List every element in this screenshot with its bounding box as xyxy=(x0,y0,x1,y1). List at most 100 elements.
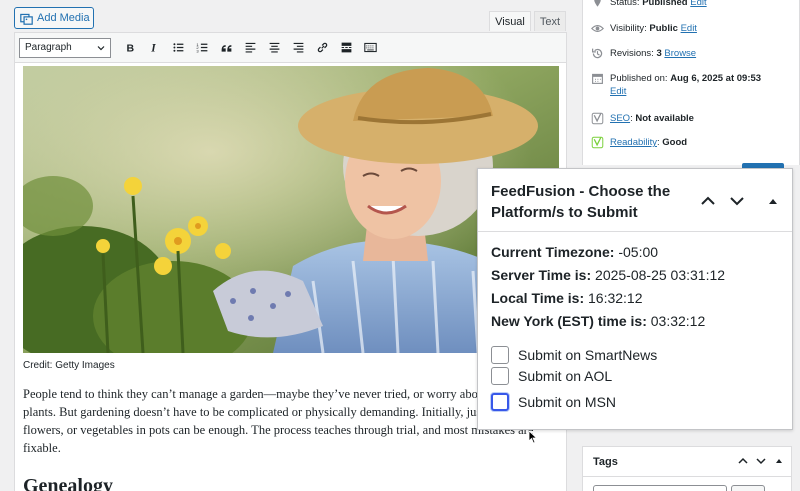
timezone-label: Current Timezone: xyxy=(491,244,615,260)
msn-label: Submit on MSN xyxy=(518,394,617,410)
italic-icon: I xyxy=(150,43,156,54)
image-caption: Credit: Getty Images xyxy=(23,360,115,371)
revisions-row: Revisions: 3 Browse xyxy=(591,47,696,60)
revisions-browse-link[interactable]: Browse xyxy=(664,48,696,59)
feedfusion-title: FeedFusion - Choose the Platform/s to Su… xyxy=(491,183,671,221)
tags-add-button[interactable] xyxy=(731,485,765,491)
add-media-label: Add Media xyxy=(37,12,90,24)
svg-text:B: B xyxy=(126,43,134,54)
server-time-line: Server Time is: 2025-08-25 03:31:12 xyxy=(491,264,779,287)
seo-link[interactable]: SEO xyxy=(610,113,630,124)
editor-toolbar: Paragraph B I 123 xyxy=(15,33,566,63)
published-label: Published on: xyxy=(610,73,668,84)
ny-time-line: New York (EST) time is: 03:32:12 xyxy=(491,310,779,333)
revisions-label: Revisions: xyxy=(610,48,654,59)
chevron-down-icon xyxy=(730,197,744,206)
eye-icon xyxy=(591,25,604,32)
revisions-value: 3 xyxy=(656,48,662,59)
post-editor-screen: Add Media Visual Text Paragraph B I 123 xyxy=(0,0,800,491)
format-select-value: Paragraph xyxy=(25,42,72,53)
aol-label: Submit on AOL xyxy=(518,368,613,384)
publish-box: Status: Published Edit Visibility: Publi… xyxy=(582,0,800,165)
smartnews-checkbox[interactable] xyxy=(491,346,509,364)
collapse-triangle-icon xyxy=(769,199,777,204)
status-row: Status: Published Edit xyxy=(591,0,707,9)
timezone-value: -05:00 xyxy=(618,244,659,260)
add-media-button[interactable]: Add Media xyxy=(14,7,94,29)
align-left-button[interactable] xyxy=(239,37,261,59)
move-up-button[interactable] xyxy=(698,191,718,211)
format-select[interactable]: Paragraph xyxy=(19,37,111,58)
published-value: Aug 6, 2025 at 09:53 xyxy=(670,73,762,84)
yoast-readability-icon xyxy=(591,136,604,149)
insert-link-button[interactable] xyxy=(311,37,333,59)
quote-icon xyxy=(221,45,231,52)
link-icon xyxy=(317,42,327,53)
timezone-line: Current Timezone: -05:00 xyxy=(491,241,779,264)
read-more-button[interactable] xyxy=(335,37,357,59)
visibility-label: Visibility: xyxy=(610,23,647,34)
align-right-icon xyxy=(293,42,303,53)
readability-value: Good xyxy=(662,137,688,148)
align-right-button[interactable] xyxy=(287,37,309,59)
numbered-list-icon: 123 xyxy=(196,42,207,53)
bullet-list-button[interactable] xyxy=(167,37,189,59)
svg-text:3: 3 xyxy=(196,48,199,53)
visibility-edit-link[interactable]: Edit xyxy=(681,23,697,34)
pin-icon xyxy=(594,0,601,7)
status-value: Published xyxy=(642,0,688,8)
keyboard-icon xyxy=(363,42,377,53)
toolbar-toggle-button[interactable] xyxy=(359,37,381,59)
readability-link[interactable]: Readability xyxy=(610,137,657,148)
align-left-icon xyxy=(245,42,255,53)
section-heading[interactable]: Genealogy xyxy=(23,475,113,491)
toggle-panel-button[interactable] xyxy=(763,191,783,211)
local-time-label: Local Time is: xyxy=(491,290,585,306)
feedfusion-body: Current Timezone: -05:00 Server Time is:… xyxy=(478,232,792,342)
tags-input[interactable] xyxy=(593,485,727,491)
smartnews-option[interactable]: Submit on SmartNews xyxy=(491,346,657,364)
aol-option[interactable]: Submit on AOL xyxy=(491,367,612,385)
ny-time-value: 03:32:12 xyxy=(650,313,706,329)
visibility-value: Public xyxy=(649,23,678,34)
italic-button[interactable]: I xyxy=(143,37,165,59)
local-time-value: 16:32:12 xyxy=(588,290,643,306)
tags-box: Tags xyxy=(582,446,792,491)
align-center-button[interactable] xyxy=(263,37,285,59)
published-edit-link[interactable]: Edit xyxy=(610,86,626,97)
aol-checkbox[interactable] xyxy=(491,367,509,385)
readability-row: Readability: Good xyxy=(591,136,687,149)
status-label: Status: xyxy=(610,0,640,8)
msn-option[interactable]: Submit on MSN xyxy=(491,393,616,411)
tab-text[interactable]: Text xyxy=(534,11,566,31)
calendar-icon xyxy=(592,73,603,84)
msn-checkbox[interactable] xyxy=(491,393,509,411)
read-more-icon xyxy=(341,42,351,53)
numbered-list-button[interactable]: 123 xyxy=(191,37,213,59)
server-time-value: 2025-08-25 03:31:12 xyxy=(595,267,726,283)
align-center-icon xyxy=(269,42,279,53)
seo-value: Not available xyxy=(635,113,694,124)
chevron-down-icon[interactable] xyxy=(755,455,767,467)
server-time-label: Server Time is: xyxy=(491,267,592,283)
mouse-cursor-icon xyxy=(528,430,538,444)
yoast-seo-icon xyxy=(591,112,604,125)
chevron-up-icon[interactable] xyxy=(737,455,749,467)
move-down-button[interactable] xyxy=(727,191,747,211)
tags-title: Tags xyxy=(593,455,618,468)
status-edit-link[interactable]: Edit xyxy=(690,0,706,8)
media-icon xyxy=(20,13,33,25)
bold-icon: B xyxy=(126,43,134,54)
feedfusion-header: FeedFusion - Choose the Platform/s to Su… xyxy=(478,169,792,232)
collapse-triangle-icon[interactable] xyxy=(773,455,785,467)
bold-button[interactable]: B xyxy=(119,37,141,59)
chevron-down-icon xyxy=(97,45,105,50)
local-time-line: Local Time is: 16:32:12 xyxy=(491,287,779,310)
blockquote-button[interactable] xyxy=(215,37,237,59)
smartnews-label: Submit on SmartNews xyxy=(518,347,658,363)
tab-visual[interactable]: Visual xyxy=(489,11,531,31)
chevron-up-icon xyxy=(701,196,715,205)
ny-time-label: New York (EST) time is: xyxy=(491,313,647,329)
tags-box-header: Tags xyxy=(583,447,791,477)
seo-row: SEO: Not available xyxy=(591,112,694,125)
